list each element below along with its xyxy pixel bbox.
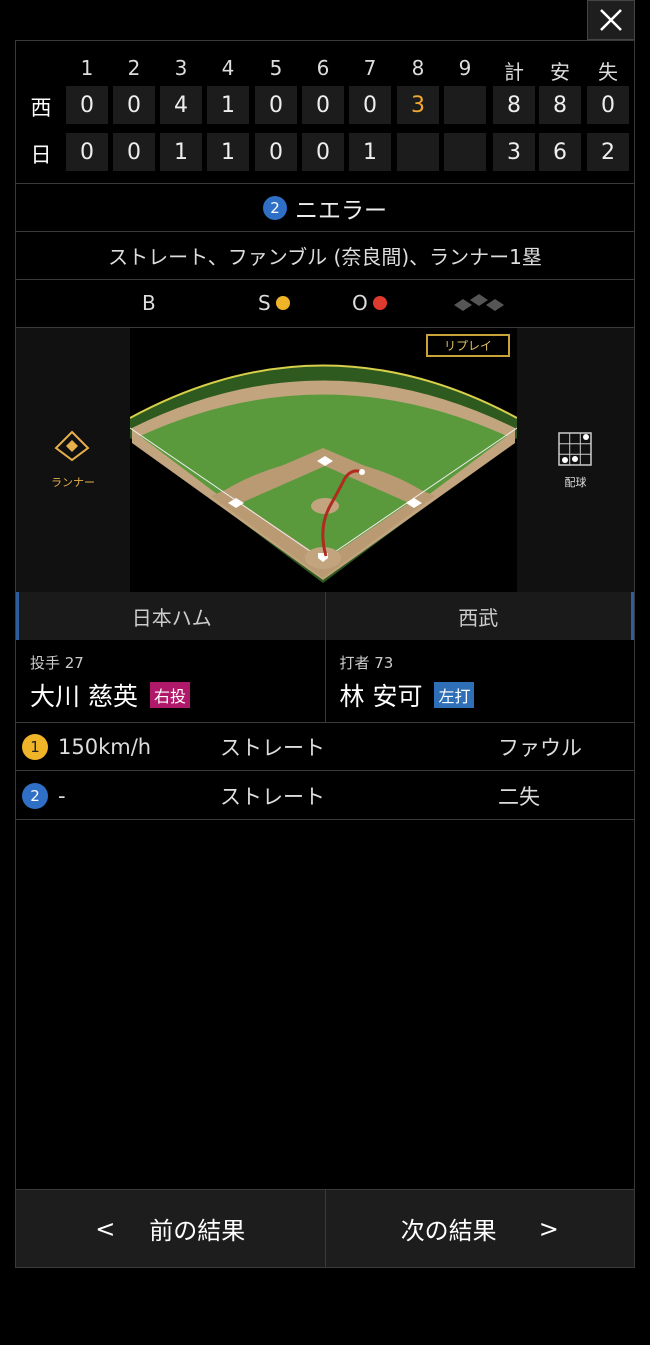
inning-header: 計 (504, 60, 524, 84)
score-cell: 3 (493, 133, 535, 171)
score-cell: 0 (255, 86, 297, 124)
field-diagram (129, 364, 518, 583)
pitch-chart-label: 配球 (564, 476, 587, 489)
pitch-number-badge: 2 (22, 782, 48, 809)
close-icon (600, 9, 622, 31)
inning-header: 1 (80, 56, 94, 80)
score-cell (444, 86, 486, 124)
score-cell (397, 133, 439, 171)
score-cell: 2 (587, 133, 629, 171)
pitch-number-badge: 1 (22, 733, 48, 760)
score-cell: 6 (539, 133, 581, 171)
score-cell: 4 (160, 86, 202, 124)
play-number-badge: 2 (263, 195, 287, 220)
team-abbrev: 日 (30, 143, 52, 167)
score-cell: 1 (207, 133, 249, 171)
chevron-left-icon: < (95, 1214, 116, 1243)
runner-label: ランナー (51, 476, 95, 489)
replay-button[interactable]: リプレイ (426, 334, 510, 357)
score-cell: 8 (493, 86, 535, 124)
inning-header: 4 (221, 56, 235, 80)
pitch-type: ストレート (220, 735, 325, 760)
field-view: ランナー リプレイ 配球 (16, 327, 634, 592)
tab-away-team[interactable]: 西武 (325, 592, 634, 640)
inning-header: 9 (458, 56, 472, 80)
pitch-speed: 150km/h (58, 734, 152, 759)
strike-label: S (258, 291, 271, 315)
pitch-row[interactable]: 2- ストレート 二失 (16, 772, 634, 820)
batter-name: 林 安可 (339, 682, 423, 711)
play-result: ニエラー (295, 197, 387, 224)
inning-header: 6 (316, 56, 330, 80)
inning-header: 3 (174, 56, 188, 80)
score-cell: 1 (160, 133, 202, 171)
pitch-result: ファウル (498, 735, 582, 760)
prev-result-label: 前の結果 (149, 1217, 246, 1245)
batter-info[interactable]: 打者 73 林 安可 左打 (326, 640, 635, 722)
prev-result-button[interactable]: < 前の結果 (16, 1190, 326, 1267)
count-row: B S O (16, 279, 634, 327)
next-result-label: 次の結果 (400, 1217, 497, 1245)
score-cell: 8 (539, 86, 581, 124)
score-cell: 0 (66, 133, 108, 171)
pitcher-name: 大川 慈英 (30, 682, 138, 711)
score-cell (444, 133, 486, 171)
pitch-type: ストレート (220, 784, 325, 809)
pitch-chart-panel[interactable]: 配球 (517, 328, 634, 592)
close-button[interactable] (587, 0, 635, 40)
out-dot (372, 296, 387, 310)
runner-icon (54, 430, 90, 462)
pitch-speed: - (58, 783, 66, 808)
score-cell: 0 (302, 86, 344, 124)
play-detail-panel: 123456789計安失西00410003880日0011001362 2 ニエ… (15, 40, 635, 1268)
inning-header: 安 (550, 60, 570, 84)
team-tabs: 日本ハム 西武 (16, 592, 634, 640)
batter-number: 打者 73 (339, 654, 394, 672)
play-result-row: 2 ニエラー (16, 183, 634, 231)
tab-home-team[interactable]: 日本ハム (16, 592, 326, 640)
pitch-row[interactable]: 1 150km/h ストレート ファウル (16, 723, 634, 771)
team-abbrev: 西 (30, 96, 52, 120)
score-cell: 0 (349, 86, 391, 124)
base-runner-indicator (448, 280, 510, 326)
scoreboard: 123456789計安失西00410003880日0011001362 (16, 41, 634, 183)
runner-panel[interactable]: ランナー (16, 328, 130, 592)
matchup: 投手 27 大川 慈英 右投 打者 73 林 安可 左打 (16, 640, 634, 723)
result-navigation: < 前の結果 次の結果 > (16, 1189, 634, 1267)
batter-hand-badge: 左打 (434, 682, 475, 708)
out-label: O (352, 291, 368, 315)
pitcher-hand-badge: 右投 (149, 682, 190, 708)
score-cell: 0 (302, 133, 344, 171)
chevron-right-icon: > (538, 1214, 559, 1243)
inning-header: 8 (411, 56, 425, 80)
score-cell: 0 (587, 86, 629, 124)
pitcher-number: 投手 27 (30, 654, 84, 672)
score-cell: 0 (113, 133, 155, 171)
pitcher-info[interactable]: 投手 27 大川 慈英 右投 (16, 640, 326, 722)
bases-icon (454, 294, 504, 311)
score-cell: 3 (397, 86, 439, 124)
score-cell: 0 (255, 133, 297, 171)
strike-dot (275, 296, 290, 310)
play-description-row: ストレート、ファンブル (奈良間)、ランナー1塁 (16, 231, 634, 279)
ball-count: B (142, 280, 156, 326)
score-cell: 1 (349, 133, 391, 171)
strike-count: S (258, 280, 290, 326)
score-cell: 0 (113, 86, 155, 124)
baseball-field: リプレイ (129, 328, 518, 592)
inning-header: 7 (363, 56, 377, 80)
score-cell: 0 (66, 86, 108, 124)
next-result-button[interactable]: 次の結果 > (325, 1190, 634, 1267)
inning-header: 2 (127, 56, 141, 80)
out-count: O (352, 280, 387, 326)
score-cell: 1 (207, 86, 249, 124)
ball-label: B (142, 291, 156, 315)
pitch-result: 二失 (498, 784, 540, 809)
pitch-grid-icon (558, 432, 592, 466)
inning-header: 失 (598, 60, 618, 84)
inning-header: 5 (269, 56, 283, 80)
play-description: ストレート、ファンブル (奈良間)、ランナー1塁 (108, 245, 542, 269)
